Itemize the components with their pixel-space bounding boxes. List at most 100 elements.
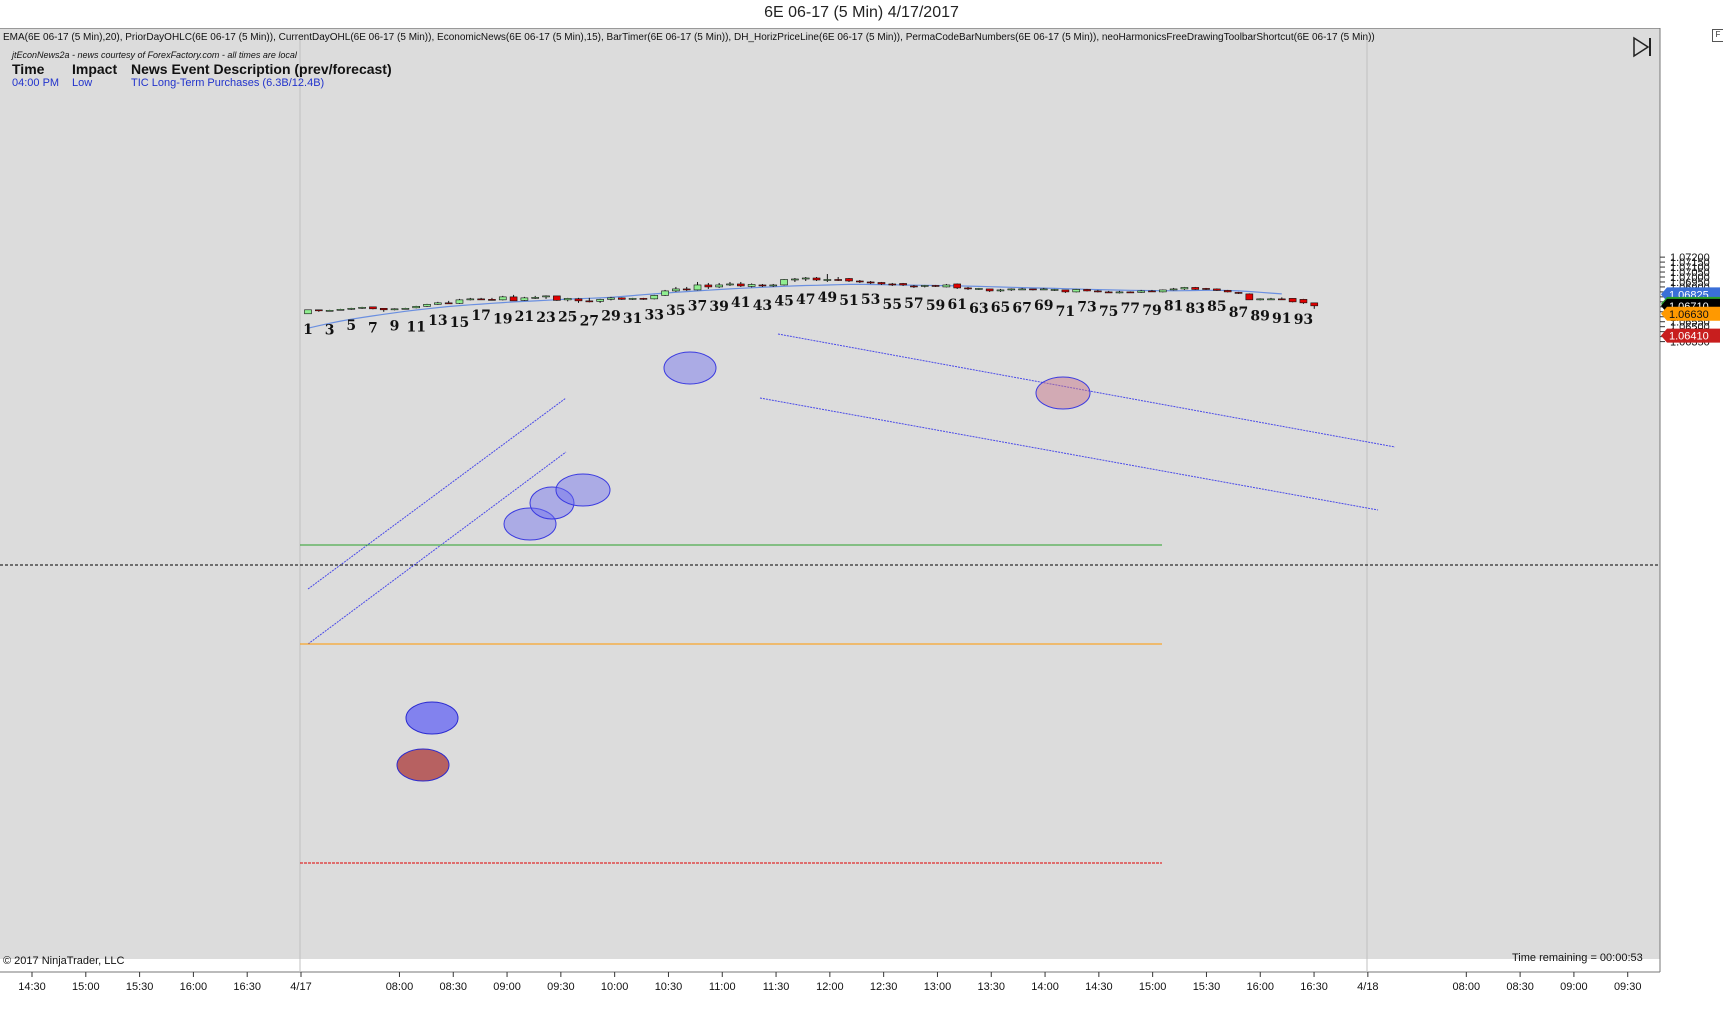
bar-number-label: 71	[1056, 304, 1075, 320]
candle-body-down	[736, 283, 745, 287]
candle	[520, 296, 529, 301]
candle	[942, 283, 951, 288]
bar-number-label: 87	[1229, 305, 1248, 321]
candle-body-up	[823, 279, 832, 281]
candle	[650, 294, 659, 300]
candle-body-down	[899, 283, 907, 286]
candle-body-down	[931, 285, 940, 287]
f-box-icon[interactable]: F	[1712, 29, 1723, 42]
candle-body-up	[715, 284, 723, 288]
candle	[1158, 289, 1167, 293]
bar-number-label: 59	[926, 298, 945, 314]
candle	[1278, 297, 1286, 301]
x-tick-label: 16:30	[233, 981, 261, 993]
candle-body-up	[401, 308, 410, 310]
candle-body-down	[877, 282, 886, 285]
candle	[358, 306, 366, 309]
bar-number-label: 67	[1012, 300, 1031, 316]
economic-news-panel: jtEconNews2a - news courtesy of ForexFac…	[12, 50, 392, 89]
price-label: 1.06410	[1661, 328, 1720, 343]
x-tick-label: 10:30	[655, 981, 683, 993]
candle-body-down	[639, 298, 648, 300]
x-tick-label: 14:30	[18, 981, 46, 993]
channel-line-lower-1[interactable]	[307, 451, 567, 645]
candle	[1169, 287, 1178, 291]
x-tick-label: 09:00	[1560, 981, 1588, 993]
bar-number-label: 81	[1164, 298, 1183, 314]
bar-number-label: 69	[1034, 298, 1053, 314]
candle-body-up	[661, 290, 669, 296]
candle-body-up	[780, 279, 788, 286]
candle-body-up	[942, 284, 951, 288]
bar-number-label: 7	[368, 320, 378, 336]
bar-number-label: 57	[904, 296, 923, 312]
candle-body-down	[379, 308, 388, 311]
candle	[1115, 290, 1124, 294]
legend-ellipse-red[interactable]	[396, 748, 450, 782]
candle-body-down	[953, 283, 962, 289]
candle	[996, 288, 1005, 292]
candle	[1050, 288, 1059, 291]
bar-number-label: 73	[1077, 299, 1096, 315]
candle	[477, 297, 485, 301]
bar-number-label: 25	[558, 309, 577, 325]
bar-number-label: 9	[390, 318, 400, 334]
candle-body-down	[1191, 287, 1200, 290]
candle	[736, 281, 745, 287]
channel-line-upper-1[interactable]	[307, 397, 567, 590]
candle-body-down	[812, 277, 821, 281]
x-tick-label: 14:00	[1031, 981, 1059, 993]
highlight-ellipse-85[interactable]	[1035, 376, 1091, 410]
bar-number-label: 23	[536, 310, 555, 326]
bar-number-label: 15	[450, 315, 469, 331]
candle	[1213, 288, 1221, 291]
bar-number-label: 91	[1272, 311, 1291, 327]
bar-number-label: 27	[580, 313, 599, 329]
candle-body-down	[444, 302, 453, 305]
candle-body-down	[1213, 288, 1221, 291]
bar-number-label: 93	[1294, 312, 1313, 328]
news-row[interactable]: 04:00 PM Low TIC Long-Term Purchases (6.3B…	[12, 77, 392, 89]
candle-body-down	[1299, 299, 1308, 304]
candle	[801, 277, 810, 281]
candle-body-up	[769, 284, 778, 287]
candle-body-down	[1029, 288, 1037, 291]
bar-number-label: 61	[947, 297, 966, 313]
candle	[1029, 288, 1037, 291]
highlight-ellipse-41[interactable]	[663, 351, 717, 385]
bar-number-label: 47	[796, 292, 815, 308]
candle-body-up	[1169, 288, 1178, 291]
candle	[1180, 286, 1189, 290]
candle	[931, 284, 940, 287]
legend-ellipse-blue[interactable]	[405, 701, 459, 735]
candle-body-down	[1126, 291, 1135, 294]
candle	[975, 287, 983, 290]
candle-body-up	[390, 308, 399, 311]
candle	[920, 284, 929, 288]
channel-line-lower-2[interactable]	[759, 397, 1379, 511]
copyright-text: © 2017 NinjaTrader, LLC	[3, 955, 125, 967]
candle	[488, 297, 496, 301]
candle-body-up	[596, 299, 604, 302]
candle-body-up	[747, 284, 756, 287]
candle-body-up	[801, 277, 810, 280]
candle	[888, 282, 897, 286]
highlight-ellipse-33[interactable]	[555, 473, 611, 507]
bar-timer-text: Time remaining = 00:00:53	[1512, 952, 1643, 964]
candle	[823, 274, 832, 282]
candle-body-down	[964, 287, 972, 290]
candle	[455, 298, 464, 304]
candle	[574, 297, 583, 303]
candle	[498, 295, 507, 301]
candle-body-up	[1256, 298, 1264, 301]
candle-body-down	[477, 298, 485, 301]
price-chart[interactable]: 1.072001.071501.071001.070501.070001.069…	[0, 0, 1723, 1014]
candle-body-down	[1245, 293, 1254, 301]
candle-body-down	[1083, 289, 1091, 292]
bar-number-label: 45	[774, 293, 793, 309]
candle	[1083, 288, 1091, 292]
x-axis-background	[0, 972, 1660, 1014]
skip-to-end-icon[interactable]	[1631, 36, 1655, 58]
bar-number-label: 31	[623, 311, 642, 327]
x-tick-label: 13:30	[977, 981, 1005, 993]
